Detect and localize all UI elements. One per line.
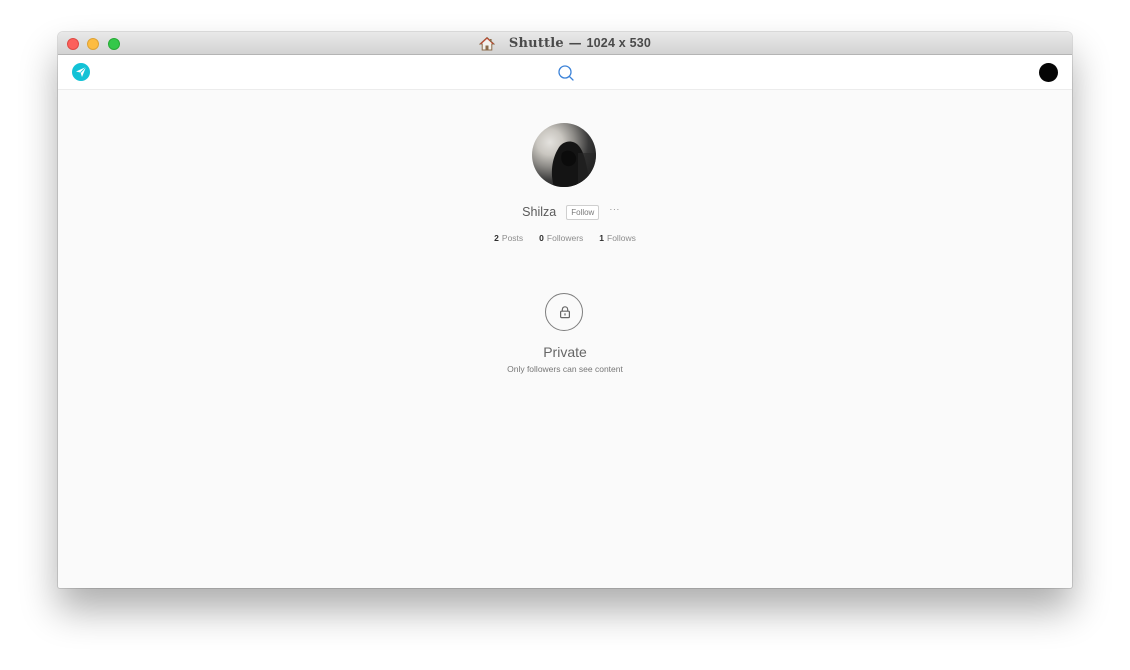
profile-username: Shilza [522, 205, 557, 219]
private-title: Private [543, 344, 587, 360]
app-window: Shuttle — 1024 x 530 Shilza Follow ··· 2… [58, 32, 1072, 588]
stat-followers[interactable]: 0 Followers [539, 233, 583, 247]
more-options-button[interactable]: ··· [609, 204, 620, 214]
profile-name-row: Shilza Follow ··· [58, 202, 1072, 222]
user-avatar-button[interactable] [1039, 63, 1058, 82]
profile-photo-silhouette [551, 141, 596, 187]
window-title-app: Shuttle [508, 36, 564, 51]
lock-icon [559, 306, 571, 319]
app-header [58, 55, 1072, 90]
window-title-text: Shuttle — 1024 x 530 [509, 36, 651, 51]
stat-follows-label: Follows [607, 233, 636, 243]
private-lock-badge [545, 293, 583, 331]
search-button[interactable] [556, 63, 576, 83]
logo-button[interactable] [72, 63, 90, 81]
stat-followers-count: 0 [539, 233, 544, 243]
stat-followers-label: Followers [546, 233, 584, 243]
profile-stats: 2 Posts 0 Followers 1 Follows [58, 233, 1072, 247]
private-subtitle: Only followers can see content [507, 364, 623, 374]
stat-posts-label: Posts [501, 233, 524, 243]
stat-posts[interactable]: 2 Posts [494, 233, 523, 247]
stat-follows[interactable]: 1 Follows [599, 233, 636, 247]
desktop: Shuttle — 1024 x 530 Shilza Follow ··· 2… [0, 0, 1130, 670]
window-title: Shuttle — 1024 x 530 [58, 32, 1072, 55]
stat-posts-count: 2 [494, 233, 499, 243]
window-title-separator: — [563, 36, 587, 51]
window-title-dimensions: 1024 x 530 [586, 36, 652, 50]
follow-button[interactable]: Follow [566, 204, 600, 220]
search-icon [558, 65, 574, 81]
profile-avatar [532, 123, 596, 187]
window-titlebar[interactable]: Shuttle — 1024 x 530 [58, 32, 1072, 55]
paper-plane-icon [76, 66, 87, 77]
home-icon [478, 36, 495, 51]
stat-follows-count: 1 [599, 233, 605, 243]
